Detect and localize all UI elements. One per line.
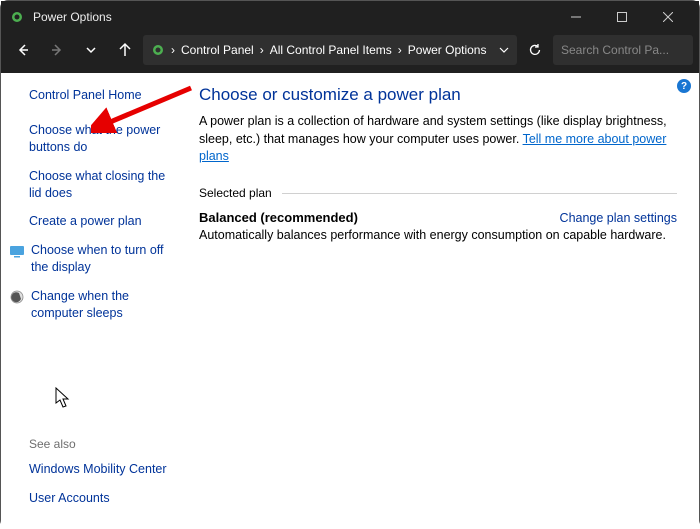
main-panel: ? Choose or customize a power plan A pow…	[191, 73, 699, 529]
search-input[interactable]: Search Control Pa...	[553, 35, 693, 65]
breadcrumb-item[interactable]: All Control Panel Items	[270, 43, 392, 57]
plan-description: Automatically balances performance with …	[199, 228, 677, 242]
content: Control Panel Home Choose what the power…	[1, 73, 699, 529]
app-icon	[9, 9, 25, 25]
sidebar: Control Panel Home Choose what the power…	[1, 73, 191, 529]
breadcrumb-sep: ›	[396, 43, 404, 57]
change-plan-settings-link[interactable]: Change plan settings	[560, 211, 677, 225]
plan-name: Balanced (recommended)	[199, 210, 358, 225]
titlebar: Power Options	[1, 1, 699, 33]
forward-button[interactable]	[41, 35, 73, 65]
seealso-user-accounts[interactable]: User Accounts	[29, 490, 179, 507]
breadcrumb-sep: ›	[169, 43, 177, 57]
sidebar-link-display-off[interactable]: Choose when to turn off the display	[31, 242, 179, 276]
search-placeholder: Search Control Pa...	[561, 43, 669, 57]
sidebar-link-lid[interactable]: Choose what closing the lid does	[29, 168, 179, 202]
sidebar-link-sleep[interactable]: Change when the computer sleeps	[31, 288, 179, 322]
folder-icon	[151, 43, 165, 57]
window-controls	[553, 1, 691, 33]
address-bar[interactable]: › Control Panel › All Control Panel Item…	[143, 35, 517, 65]
breadcrumb-sep: ›	[258, 43, 266, 57]
recent-dropdown[interactable]	[75, 35, 107, 65]
maximize-button[interactable]	[599, 1, 645, 33]
selected-plan-label: Selected plan	[199, 186, 677, 200]
window-title: Power Options	[33, 10, 553, 24]
seealso-mobility-center[interactable]: Windows Mobility Center	[29, 461, 179, 478]
page-description: A power plan is a collection of hardware…	[199, 113, 677, 166]
minimize-button[interactable]	[553, 1, 599, 33]
refresh-button[interactable]	[519, 35, 551, 65]
up-button[interactable]	[109, 35, 141, 65]
sleep-icon	[9, 289, 25, 305]
back-button[interactable]	[7, 35, 39, 65]
sidebar-link-power-buttons[interactable]: Choose what the power buttons do	[29, 122, 179, 156]
navbar: › Control Panel › All Control Panel Item…	[1, 33, 699, 73]
control-panel-home-link[interactable]: Control Panel Home	[29, 87, 179, 104]
seealso-header: See also	[29, 437, 179, 451]
display-icon	[9, 243, 25, 259]
sidebar-link-create-plan[interactable]: Create a power plan	[29, 213, 179, 230]
breadcrumb-item[interactable]: Control Panel	[181, 43, 254, 57]
close-button[interactable]	[645, 1, 691, 33]
divider	[282, 193, 677, 194]
page-headline: Choose or customize a power plan	[199, 85, 677, 105]
chevron-down-icon[interactable]	[499, 45, 509, 55]
breadcrumb-item[interactable]: Power Options	[408, 43, 487, 57]
help-icon[interactable]: ?	[677, 79, 691, 93]
